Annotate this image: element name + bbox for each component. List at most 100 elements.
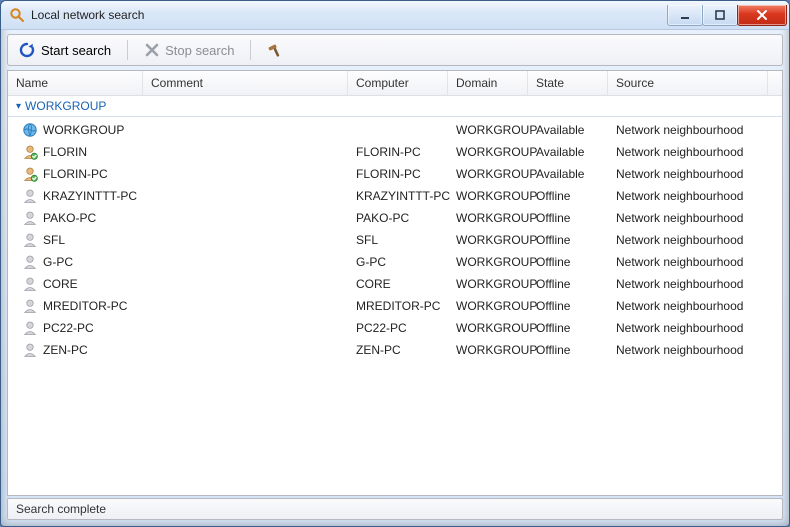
cell-state: Available (528, 164, 608, 184)
cell-tail (768, 186, 782, 206)
table-row[interactable]: CORECOREWORKGROUPOfflineNetwork neighbou… (8, 273, 782, 295)
cell-computer: PAKO-PC (348, 208, 448, 228)
cell-name: WORKGROUP (8, 120, 143, 140)
cell-tail (768, 318, 782, 338)
cell-domain: WORKGROUP (448, 120, 528, 140)
cell-state: Offline (528, 340, 608, 360)
globe-icon (22, 122, 38, 138)
cell-name: FLORIN-PC (8, 164, 143, 184)
titlebar[interactable]: Local network search (1, 1, 789, 30)
cell-tail (768, 252, 782, 272)
cell-computer: FLORIN-PC (348, 164, 448, 184)
cell-source: Network neighbourhood (608, 208, 768, 228)
row-name-text: KRAZYINTTT-PC (43, 189, 137, 203)
cell-name: G-PC (8, 252, 143, 272)
table-row[interactable]: KRAZYINTTT-PCKRAZYINTTT-PCWORKGROUPOffli… (8, 185, 782, 207)
stop-search-label: Stop search (165, 43, 234, 58)
cell-domain: WORKGROUP (448, 274, 528, 294)
cell-state: Offline (528, 274, 608, 294)
cell-name: FLORIN (8, 142, 143, 162)
column-header-row: Name Comment Computer Domain State Sourc… (8, 71, 782, 96)
cell-domain: WORKGROUP (448, 340, 528, 360)
minimize-button[interactable] (667, 5, 703, 26)
user-off-icon (22, 254, 38, 270)
status-bar: Search complete (7, 498, 783, 520)
cell-state: Offline (528, 296, 608, 316)
cell-name: KRAZYINTTT-PC (8, 186, 143, 206)
toolbar-separator (250, 40, 251, 60)
cell-domain: WORKGROUP (448, 142, 528, 162)
list-body[interactable]: ▾ WORKGROUP WORKGROUPWORKGROUPAvailableN… (8, 96, 782, 495)
window-controls (668, 5, 787, 26)
cell-comment (143, 230, 348, 250)
cell-tail (768, 296, 782, 316)
cell-state: Offline (528, 186, 608, 206)
cell-comment (143, 252, 348, 272)
cell-tail (768, 340, 782, 360)
table-row[interactable]: G-PCG-PCWORKGROUPOfflineNetwork neighbou… (8, 251, 782, 273)
column-header-source[interactable]: Source (608, 71, 768, 95)
table-row[interactable]: FLORINFLORIN-PCWORKGROUPAvailableNetwork… (8, 141, 782, 163)
group-header[interactable]: ▾ WORKGROUP (8, 96, 782, 117)
start-search-button[interactable]: Start search (14, 39, 115, 61)
column-header-domain[interactable]: Domain (448, 71, 528, 95)
cell-domain: WORKGROUP (448, 252, 528, 272)
row-name-text: MREDITOR-PC (43, 299, 127, 313)
table-row[interactable]: PAKO-PCPAKO-PCWORKGROUPOfflineNetwork ne… (8, 207, 782, 229)
cell-source: Network neighbourhood (608, 142, 768, 162)
cell-comment (143, 274, 348, 294)
row-name-text: CORE (43, 277, 78, 291)
user-off-icon (22, 210, 38, 226)
maximize-button[interactable] (702, 5, 738, 26)
cell-comment (143, 296, 348, 316)
table-row[interactable]: MREDITOR-PCMREDITOR-PCWORKGROUPOfflineNe… (8, 295, 782, 317)
toolbar-separator (127, 40, 128, 60)
user-off-icon (22, 232, 38, 248)
cell-domain: WORKGROUP (448, 186, 528, 206)
cell-name: CORE (8, 274, 143, 294)
cell-name: SFL (8, 230, 143, 250)
table-row[interactable]: PC22-PCPC22-PCWORKGROUPOfflineNetwork ne… (8, 317, 782, 339)
column-header-comment[interactable]: Comment (143, 71, 348, 95)
column-header-tail[interactable] (768, 71, 783, 95)
cell-comment (143, 186, 348, 206)
cell-name: ZEN-PC (8, 340, 143, 360)
table-row[interactable]: ZEN-PCZEN-PCWORKGROUPOfflineNetwork neig… (8, 339, 782, 361)
cell-computer: G-PC (348, 252, 448, 272)
column-header-state[interactable]: State (528, 71, 608, 95)
cell-source: Network neighbourhood (608, 340, 768, 360)
cell-source: Network neighbourhood (608, 252, 768, 272)
user-off-icon (22, 188, 38, 204)
table-row[interactable]: FLORIN-PCFLORIN-PCWORKGROUPAvailableNetw… (8, 163, 782, 185)
cell-domain: WORKGROUP (448, 318, 528, 338)
status-text: Search complete (16, 502, 106, 516)
cell-state: Offline (528, 208, 608, 228)
cell-computer: PC22-PC (348, 318, 448, 338)
row-name-text: SFL (43, 233, 65, 247)
hammer-button[interactable] (263, 39, 289, 61)
cell-tail (768, 230, 782, 250)
cell-computer: CORE (348, 274, 448, 294)
stop-search-button: Stop search (140, 40, 238, 60)
cell-comment (143, 142, 348, 162)
start-search-label: Start search (41, 43, 111, 58)
close-button[interactable] (737, 5, 787, 26)
cell-name: MREDITOR-PC (8, 296, 143, 316)
cell-comment (143, 120, 348, 140)
group-label: WORKGROUP (25, 99, 106, 113)
table-row[interactable]: SFLSFLWORKGROUPOfflineNetwork neighbourh… (8, 229, 782, 251)
cell-source: Network neighbourhood (608, 164, 768, 184)
column-header-name[interactable]: Name (8, 71, 143, 95)
row-name-text: FLORIN (43, 145, 87, 159)
cell-source: Network neighbourhood (608, 296, 768, 316)
cell-state: Offline (528, 252, 608, 272)
cell-computer (348, 120, 448, 140)
cell-computer: MREDITOR-PC (348, 296, 448, 316)
cell-source: Network neighbourhood (608, 274, 768, 294)
row-name-text: FLORIN-PC (43, 167, 108, 181)
cell-tail (768, 142, 782, 162)
table-row[interactable]: WORKGROUPWORKGROUPAvailableNetwork neigh… (8, 119, 782, 141)
user-off-icon (22, 276, 38, 292)
column-header-computer[interactable]: Computer (348, 71, 448, 95)
cell-comment (143, 318, 348, 338)
